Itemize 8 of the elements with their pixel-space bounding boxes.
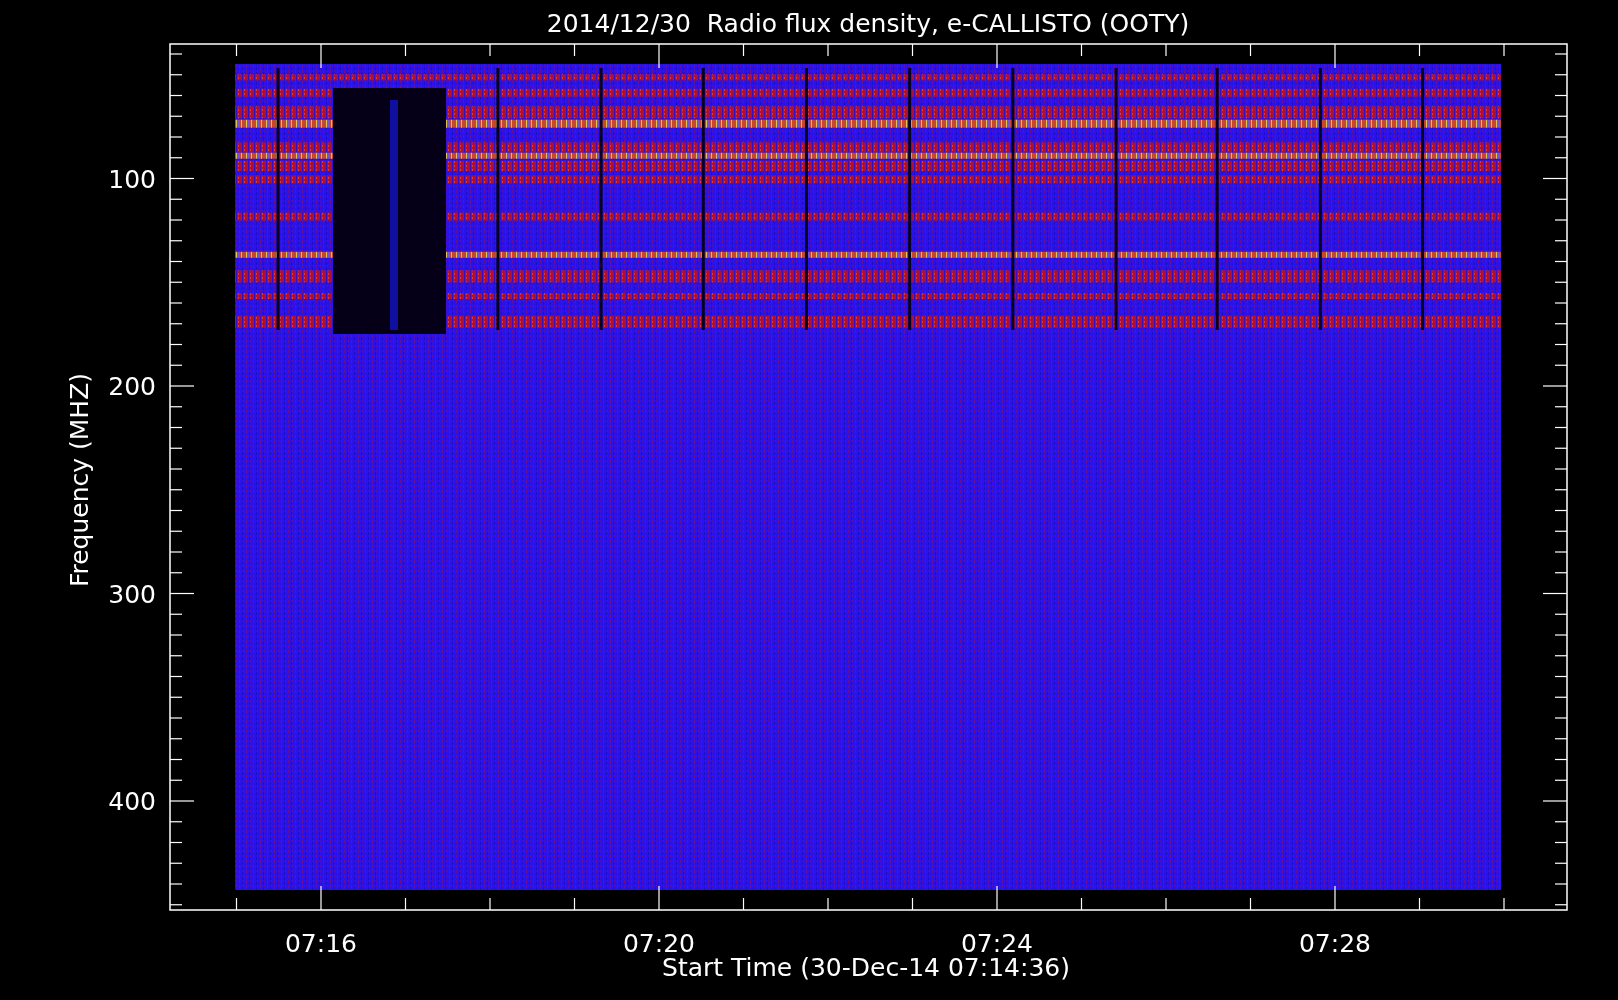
y-tick-label: 100 bbox=[108, 164, 156, 194]
chart-title: 2014/12/30 Radio flux density, e-CALLISTO (OOTY) bbox=[546, 9, 1190, 38]
y-axis-label: Frequency (MHZ) bbox=[65, 372, 94, 588]
x-tick-label: 07:28 bbox=[1299, 929, 1371, 958]
y-tick-label: 200 bbox=[108, 372, 156, 401]
y-tick-label: 300 bbox=[108, 579, 156, 609]
y-tick-label: 400 bbox=[108, 787, 156, 816]
x-tick-label: 07:16 bbox=[285, 929, 357, 958]
